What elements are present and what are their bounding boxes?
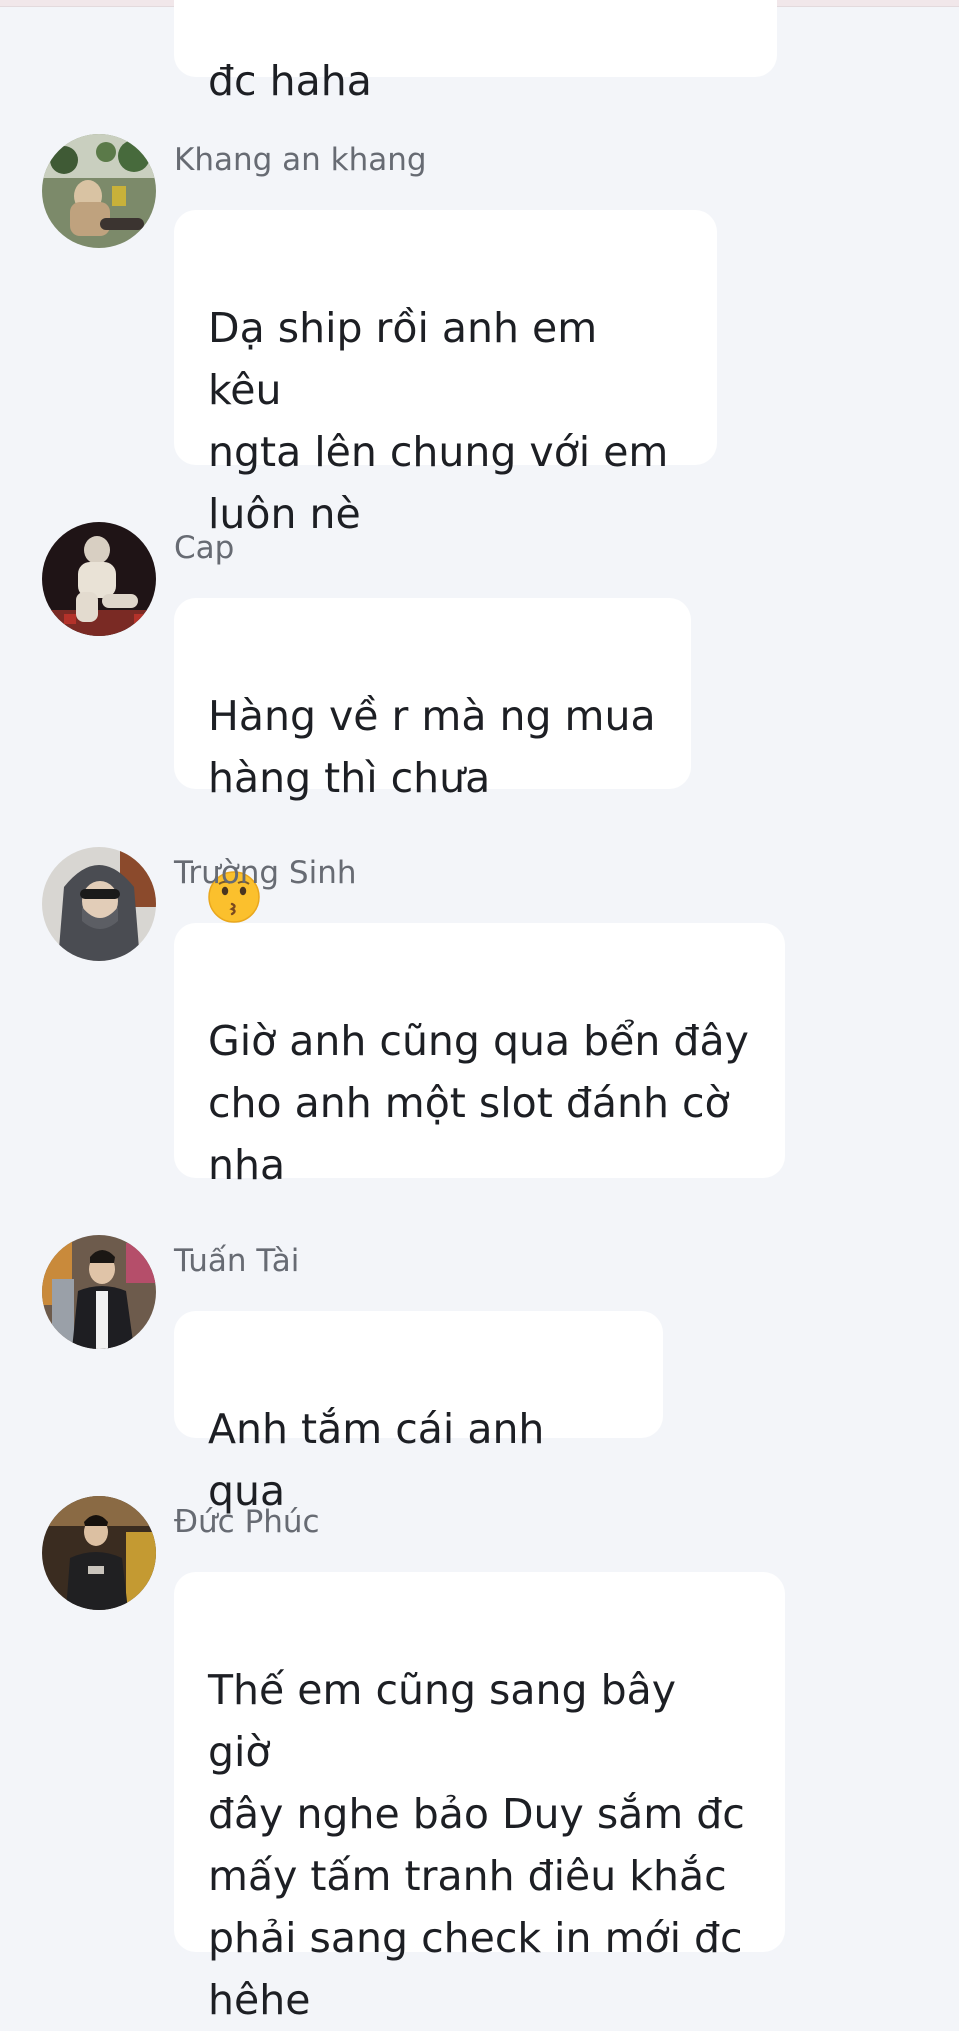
sender-name: Tuấn Tài <box>174 1243 300 1279</box>
sender-name: Đức Phúc <box>174 1504 320 1540</box>
message-bubble: Dạ ship rồi anh em kêu ngta lên chung vớ… <box>174 210 717 538</box>
avatar[interactable] <box>42 1235 156 1349</box>
avatar[interactable] <box>42 847 156 961</box>
avatar-photo-icon <box>42 1235 156 1349</box>
message-bubble: Thế em cũng sang bây giờ đây nghe bảo Du… <box>174 1572 785 2024</box>
chat-message-list[interactable]: đc haha Khang an khang Dạ ship rồi anh e… <box>0 0 959 2024</box>
avatar[interactable] <box>42 522 156 636</box>
message-text: Dạ ship rồi anh em kêu ngta lên chung vớ… <box>208 304 669 538</box>
avatar-photo-icon <box>42 522 156 636</box>
sender-name: Trường Sinh <box>174 855 357 891</box>
message-bubble: Anh tắm cái anh qua <box>174 1311 663 1515</box>
message-bubble: Giờ anh cũng qua bển đây cho anh một slo… <box>174 923 785 1189</box>
avatar-photo-icon <box>42 134 156 248</box>
message-text: Anh tắm cái anh qua <box>208 1405 545 1515</box>
avatar-photo-icon <box>42 847 156 961</box>
sender-name: Khang an khang <box>174 142 427 178</box>
message-bubble: đc haha <box>174 0 777 105</box>
message-text: Hàng về r mà ng mua hàng thì chưa <box>208 692 656 802</box>
message-text: đc haha <box>208 57 372 105</box>
message-text: Thế em cũng sang bây giờ đây nghe bảo Du… <box>208 1666 745 2024</box>
avatar[interactable] <box>42 134 156 248</box>
message-text: Giờ anh cũng qua bển đây cho anh một slo… <box>208 1017 749 1189</box>
sender-name: Cap <box>174 530 235 566</box>
avatar-photo-icon <box>42 1496 156 1610</box>
avatar[interactable] <box>42 1496 156 1610</box>
message-bubble: Hàng về r mà ng mua hàng thì chưa <box>174 598 691 923</box>
